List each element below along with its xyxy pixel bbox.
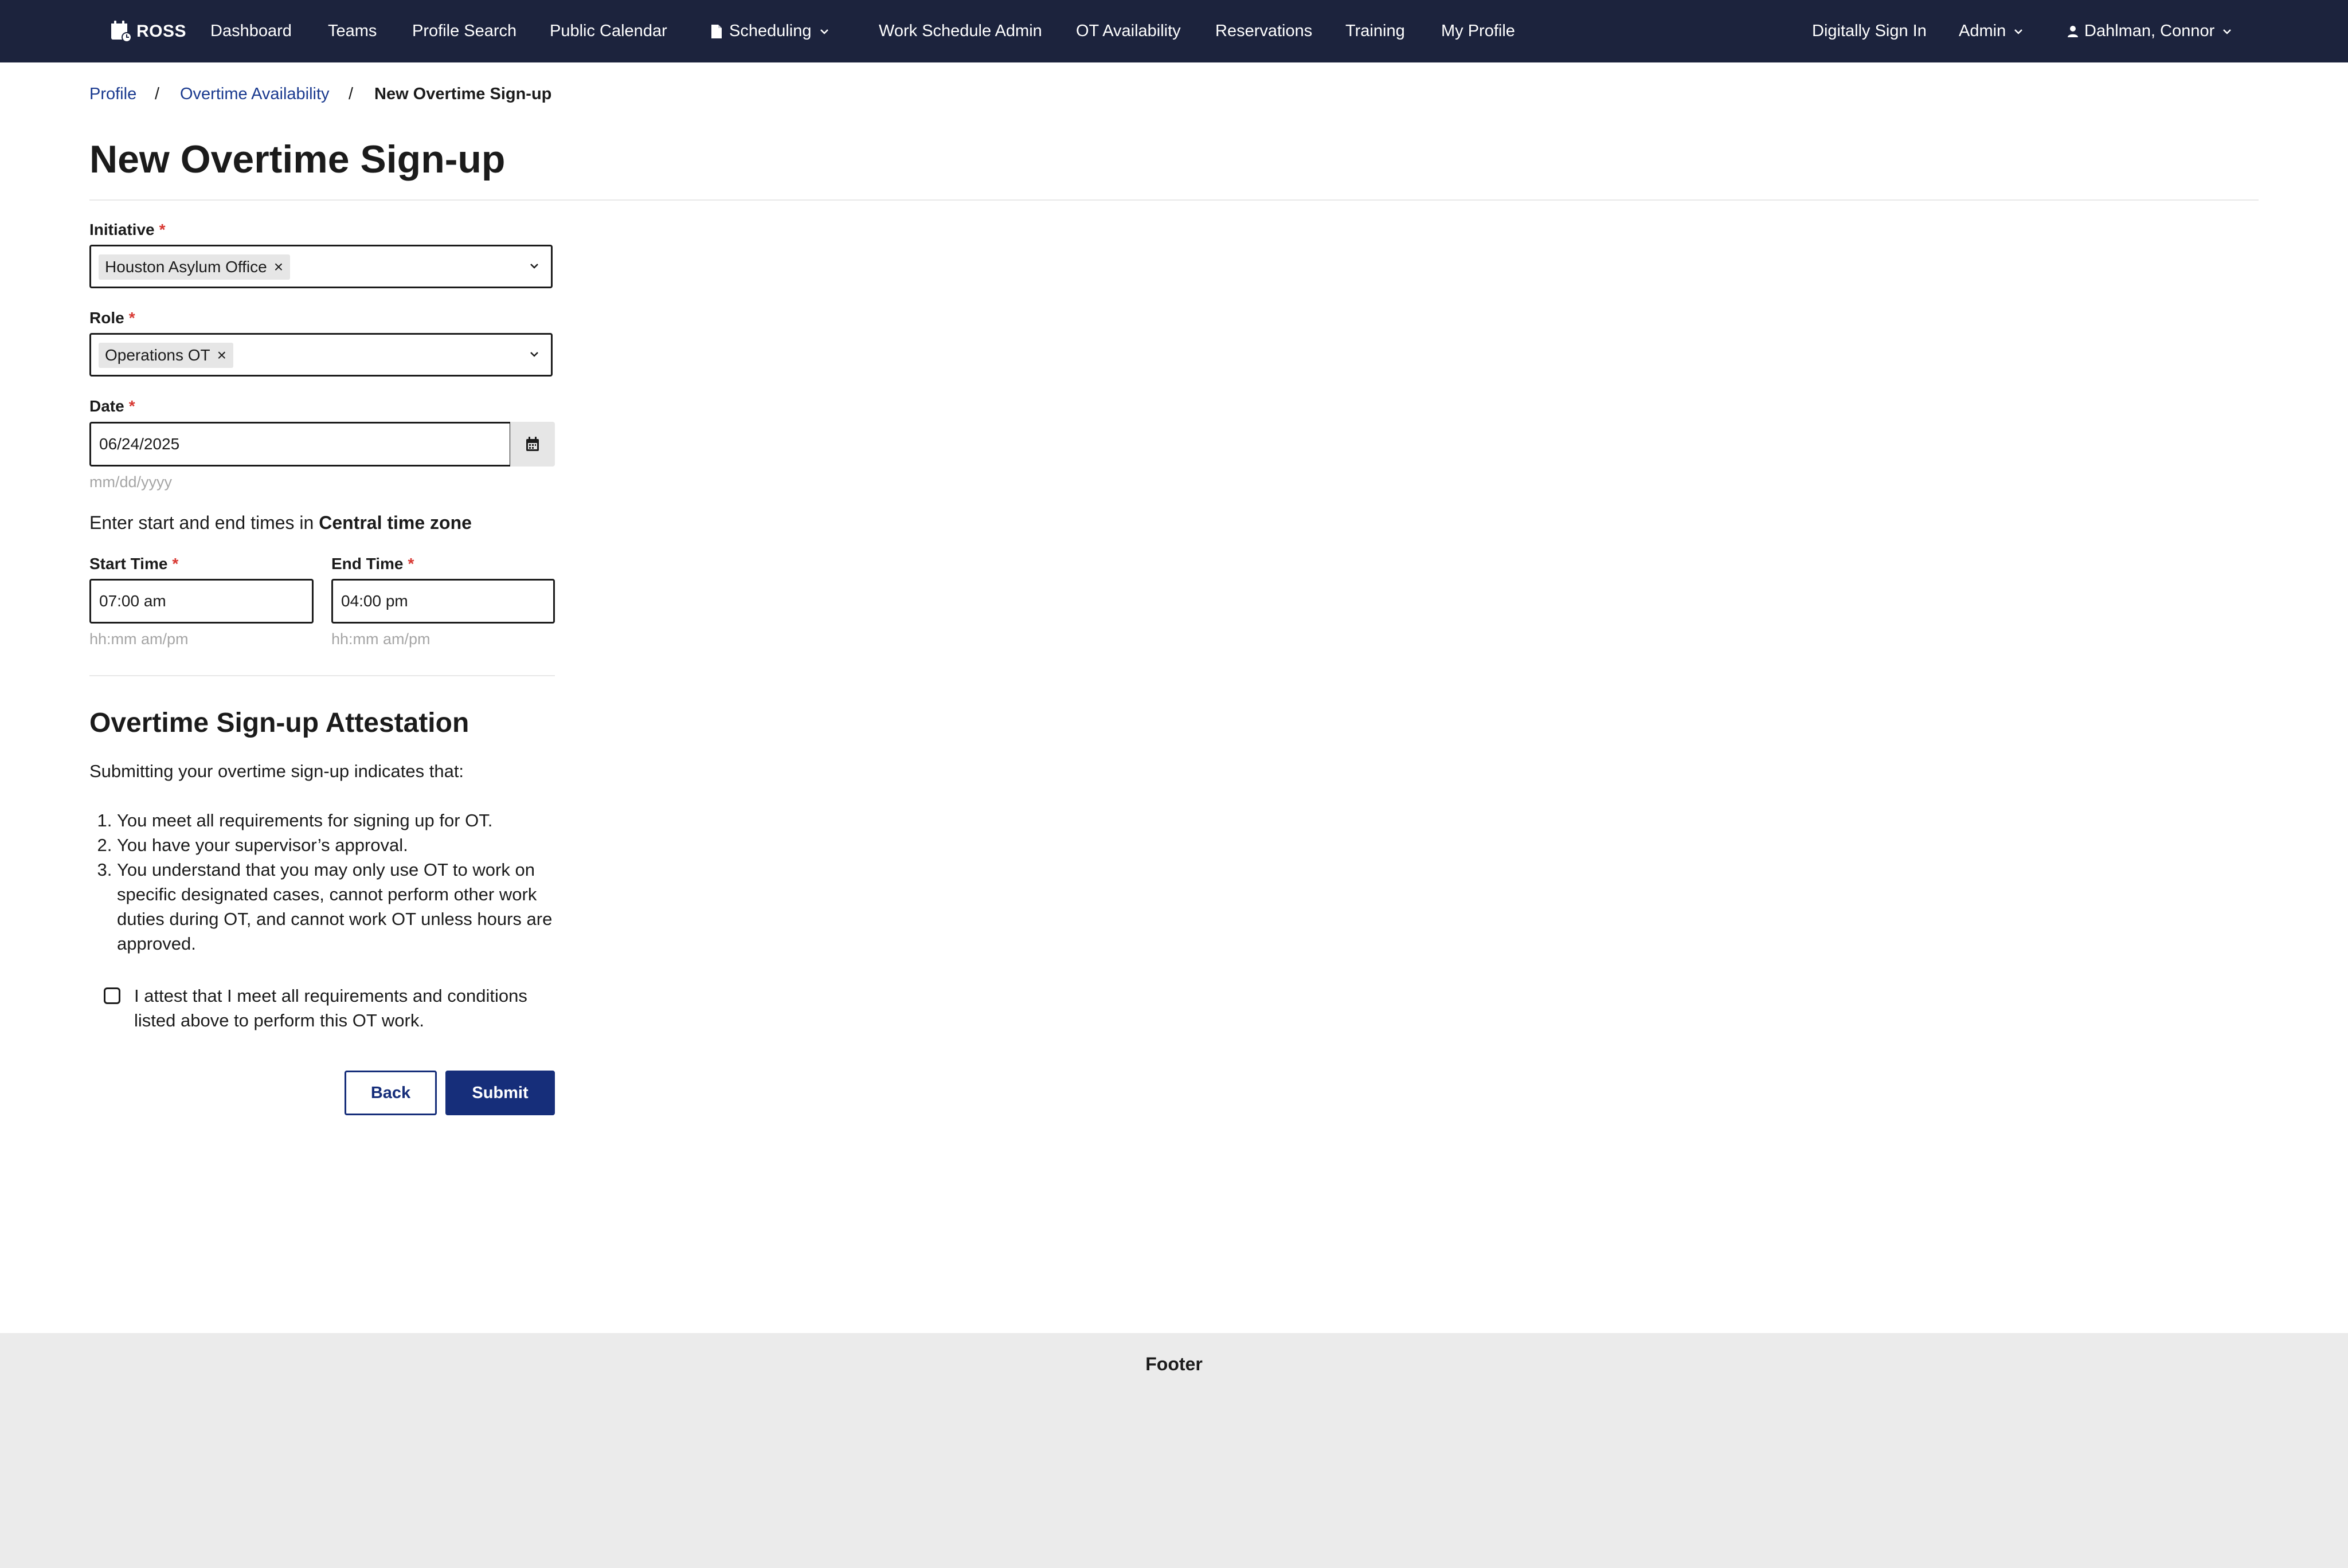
breadcrumb-separator: /	[349, 85, 354, 103]
chevron-down-icon[interactable]	[529, 262, 539, 269]
divider	[89, 199, 2259, 201]
role-label: Role *	[89, 308, 135, 328]
timezone-prefix: Enter start and end times in	[89, 512, 314, 533]
initiative-label-text: Initiative	[89, 221, 155, 238]
required-marker: *	[128, 397, 135, 415]
nav-admin-label: Admin	[1959, 22, 2006, 40]
footer: Footer	[0, 1333, 2348, 1568]
document-icon	[711, 25, 722, 39]
nav-training[interactable]: Training	[1345, 0, 1405, 62]
nav-user-name: Dahlman, Connor	[2084, 22, 2215, 40]
required-marker: *	[159, 221, 166, 238]
chevron-down-icon	[820, 29, 828, 35]
attestation-item: You have your supervisor’s approval.	[117, 833, 576, 857]
nav-scheduling[interactable]: Scheduling	[711, 0, 829, 62]
nav-dashboard[interactable]: Dashboard	[210, 0, 292, 62]
calendar-clock-icon	[111, 21, 132, 42]
nav-scheduling-label: Scheduling	[729, 22, 812, 40]
nav-work-schedule-admin[interactable]: Work Schedule Admin	[879, 0, 1042, 62]
attestation-item: You understand that you may only use OT …	[117, 857, 576, 956]
start-time-input[interactable]: 07:00 am	[89, 579, 314, 624]
nav-user-menu[interactable]: Dahlman, Connor	[2067, 0, 2232, 62]
initiative-label: Initiative *	[89, 220, 166, 240]
end-time-label: End Time *	[331, 554, 414, 574]
nav-profile-search[interactable]: Profile Search	[412, 0, 516, 62]
end-time-format-hint: hh:mm am/pm	[331, 630, 431, 648]
role-select[interactable]: Operations OT ×	[89, 333, 553, 377]
brand-name: ROSS	[136, 22, 187, 41]
nav-teams[interactable]: Teams	[328, 0, 377, 62]
timezone-name: Central time zone	[319, 512, 472, 533]
divider	[89, 675, 555, 676]
required-marker: *	[408, 555, 414, 573]
required-marker: *	[128, 309, 135, 327]
timezone-instruction: Enter start and end times in Central tim…	[89, 511, 472, 534]
date-label-text: Date	[89, 397, 124, 415]
back-button[interactable]: Back	[345, 1071, 437, 1115]
calendar-icon	[526, 437, 539, 451]
role-selected-value: Operations OT	[105, 346, 210, 364]
initiative-selected-value: Houston Asylum Office	[105, 258, 267, 276]
role-selected-tag: Operations OT ×	[99, 343, 233, 368]
initiative-selected-tag: Houston Asylum Office ×	[99, 254, 291, 280]
nav-reservations[interactable]: Reservations	[1215, 0, 1312, 62]
remove-tag-icon[interactable]: ×	[217, 346, 226, 364]
person-icon	[2068, 26, 2078, 38]
start-time-label: Start Time *	[89, 554, 178, 574]
date-label: Date *	[89, 397, 135, 416]
chevron-down-icon	[2014, 29, 2023, 35]
footer-text: Footer	[1145, 1354, 1203, 1374]
required-marker: *	[172, 555, 179, 573]
breadcrumb-current: New Overtime Sign-up	[374, 85, 552, 103]
attestation-title: Overtime Sign-up Attestation	[89, 708, 469, 738]
end-time-input[interactable]: 04:00 pm	[331, 579, 555, 624]
attestation-item: You meet all requirements for signing up…	[117, 808, 576, 833]
date-picker-button[interactable]	[510, 422, 555, 467]
nav-admin[interactable]: Admin	[1959, 0, 2023, 62]
start-time-label-text: Start Time	[89, 555, 168, 573]
brand-logo[interactable]: ROSS	[109, 19, 186, 44]
breadcrumb-overtime-availability[interactable]: Overtime Availability	[180, 84, 330, 104]
nav-ot-availability[interactable]: OT Availability	[1076, 0, 1181, 62]
breadcrumb-separator: /	[155, 85, 160, 103]
initiative-select[interactable]: Houston Asylum Office ×	[89, 245, 553, 288]
page-title: New Overtime Sign-up	[89, 138, 506, 181]
attestation-checkbox-label[interactable]: I attest that I meet all requirements an…	[134, 983, 570, 1033]
end-time-label-text: End Time	[331, 555, 404, 573]
chevron-down-icon	[2223, 29, 2232, 35]
submit-button[interactable]: Submit	[445, 1071, 555, 1115]
attestation-intro: Submitting your overtime sign-up indicat…	[89, 761, 464, 781]
date-input[interactable]: 06/24/2025	[89, 422, 511, 467]
attestation-list: You meet all requirements for signing up…	[89, 808, 576, 956]
role-label-text: Role	[89, 309, 124, 327]
nav-my-profile[interactable]: My Profile	[1441, 0, 1515, 62]
start-time-format-hint: hh:mm am/pm	[89, 630, 189, 648]
attestation-checkbox[interactable]	[104, 987, 120, 1004]
date-format-hint: mm/dd/yyyy	[89, 473, 173, 491]
breadcrumb-profile[interactable]: Profile	[89, 84, 136, 104]
nav-digitally-sign-in[interactable]: Digitally Sign In	[1812, 0, 1927, 62]
top-navigation: ROSS Dashboard Teams Profile Search Publ…	[0, 0, 2348, 62]
remove-tag-icon[interactable]: ×	[274, 258, 283, 276]
nav-public-calendar[interactable]: Public Calendar	[550, 0, 667, 62]
chevron-down-icon[interactable]	[529, 351, 539, 358]
